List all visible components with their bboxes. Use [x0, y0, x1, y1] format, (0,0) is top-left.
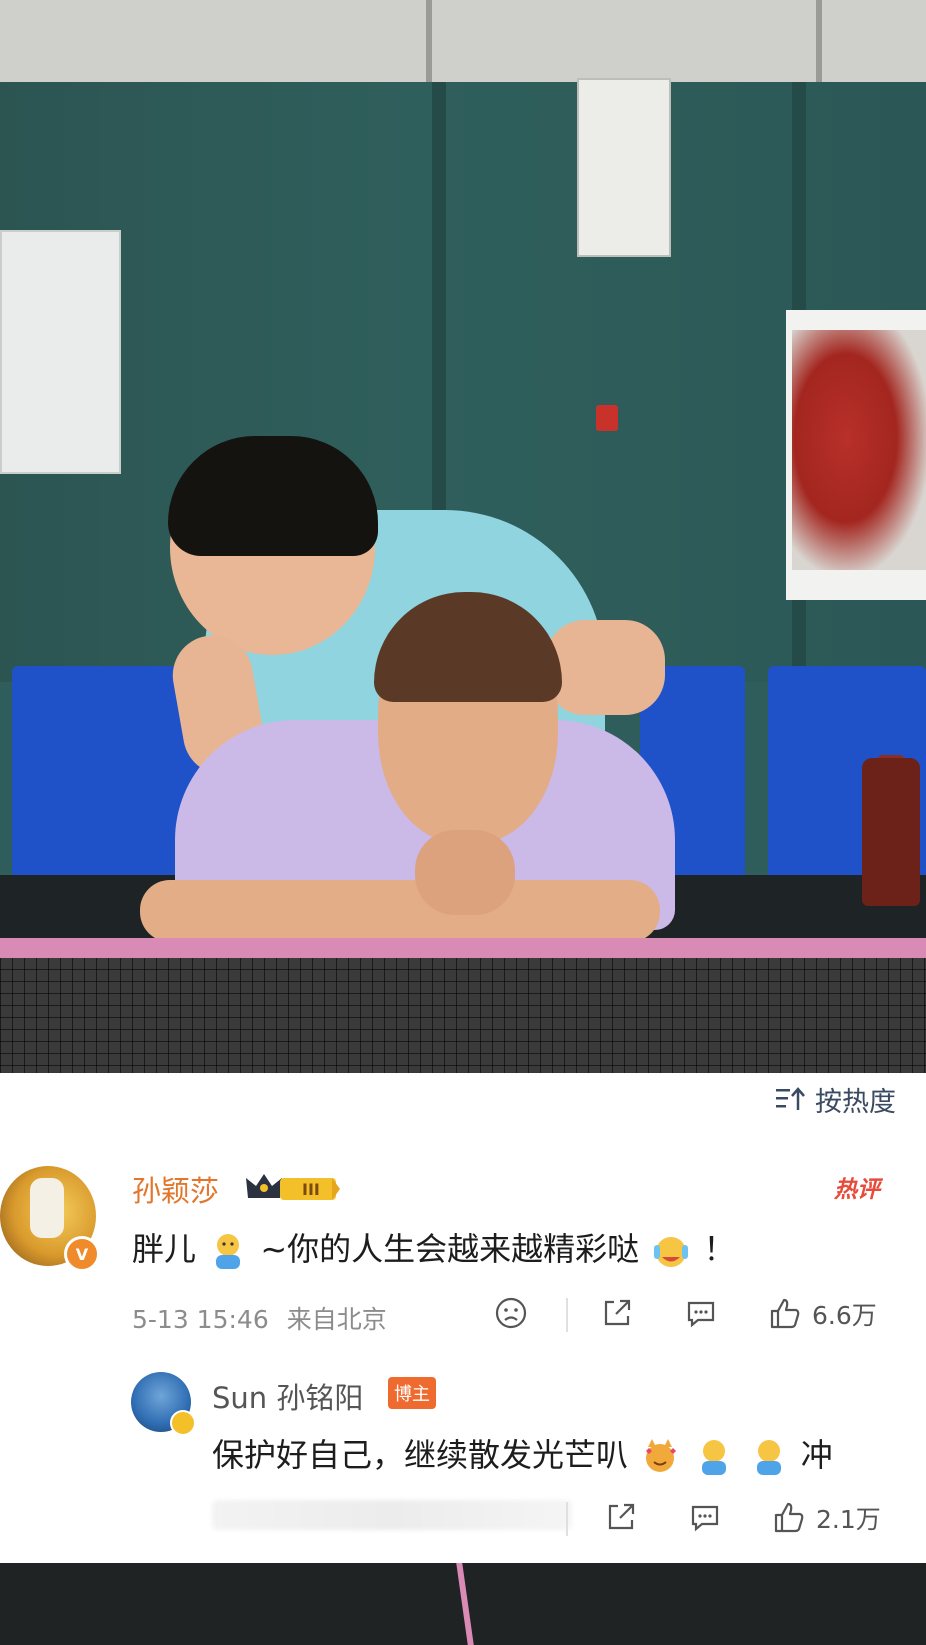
post-photo[interactable] [0, 0, 926, 1073]
hot-comment-badge: 热评 [834, 1177, 880, 1203]
person-front-arms [140, 880, 660, 942]
comment-icon [687, 1301, 715, 1328]
reply-share-button[interactable] [604, 1500, 638, 1534]
comment-text: 胖儿 ~你的人生会越来越精彩哒 ！ [132, 1224, 736, 1271]
reply-author[interactable]: Sun 孙铭阳 [212, 1375, 363, 1417]
fire-alarm [596, 405, 618, 431]
verified-badge-icon [170, 1410, 196, 1436]
comment-icon [691, 1505, 719, 1532]
ceiling-seam [426, 0, 432, 82]
reply-meta-blurred [212, 1500, 572, 1530]
blue-pad [12, 666, 202, 886]
person-front-fist [415, 830, 515, 915]
reply-like-count: 2.1万 [816, 1505, 881, 1534]
poster-image [792, 330, 926, 570]
next-photo-strip [0, 1563, 926, 1645]
reply-like-button[interactable]: 2.1万 [772, 1500, 881, 1536]
like-button[interactable]: 6.6万 [768, 1296, 877, 1332]
ceiling [0, 0, 926, 82]
ceiling-seam [816, 0, 822, 82]
thumbs-up-icon [770, 1298, 800, 1329]
cat-hearts-emoji-icon [646, 1439, 677, 1472]
hug-emoji-icon [702, 1440, 727, 1475]
share-icon [604, 1299, 631, 1326]
person-back-arm [545, 620, 665, 715]
dislike-button[interactable] [494, 1296, 528, 1330]
reply-text-part: 保护好自己，继续散发光芒叭 [212, 1436, 629, 1474]
divider [566, 1502, 568, 1536]
bottle [862, 758, 920, 906]
crying-laugh-emoji-icon [654, 1237, 689, 1267]
reply-text-part: 冲 [800, 1436, 833, 1474]
reply-button[interactable] [684, 1296, 718, 1330]
wall-speaker [577, 78, 671, 257]
comment-meta: 5-13 15:46 来自北京 [132, 1300, 387, 1336]
table-net [0, 958, 926, 1073]
share-icon [608, 1503, 635, 1530]
verified-badge-icon: V [64, 1236, 100, 1272]
sort-up-icon [776, 1087, 805, 1110]
frown-icon [495, 1297, 527, 1329]
share-button[interactable] [600, 1296, 634, 1330]
divider [566, 1298, 568, 1332]
comment-author[interactable]: 孙颖莎 [132, 1168, 219, 1210]
location: 来自北京 [286, 1305, 387, 1334]
table-line [456, 1563, 474, 1645]
comment-text-part: ！ [703, 1230, 736, 1268]
comment-text-part: ~你的人生会越来越精彩哒 [260, 1230, 640, 1268]
hug-emoji-icon [756, 1440, 781, 1475]
reply-text: 保护好自己，继续散发光芒叭 冲 [212, 1430, 833, 1477]
hug-emoji-icon [216, 1234, 241, 1269]
reply-comment-button[interactable] [688, 1500, 722, 1534]
thumbs-up-icon [774, 1502, 804, 1533]
net-tape [0, 938, 926, 960]
timestamp: 5-13 15:46 [132, 1305, 269, 1334]
like-count: 6.6万 [812, 1301, 877, 1330]
blogger-tag: 博主 [388, 1377, 436, 1409]
comment-text-part: 胖儿 [132, 1230, 197, 1268]
whiteboard [0, 230, 121, 474]
sort-label: 按热度 [815, 1086, 896, 1118]
sort-by-hot-button[interactable]: 按热度 [775, 1082, 896, 1118]
crown-level-badge-icon: III [246, 1174, 340, 1200]
level-text: III [302, 1180, 320, 1199]
